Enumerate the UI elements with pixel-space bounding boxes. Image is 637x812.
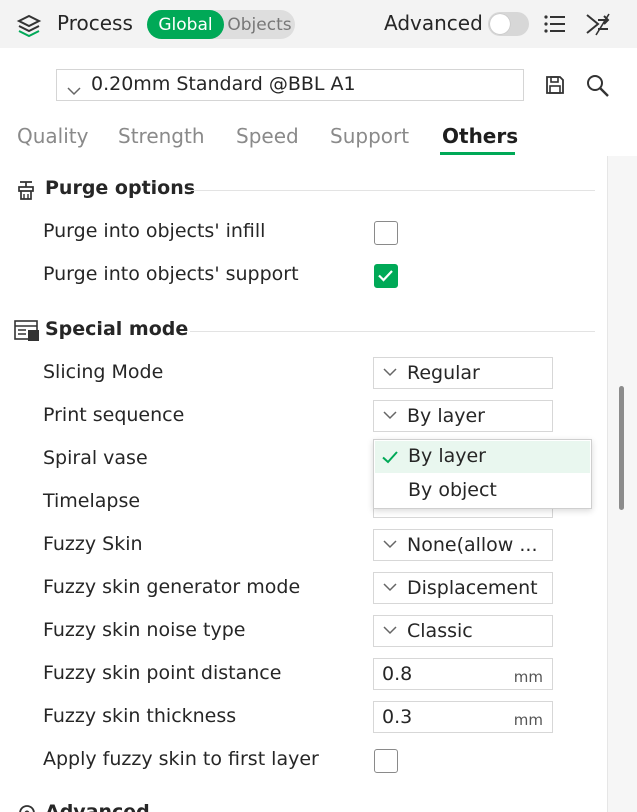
checkmark-icon — [378, 270, 393, 282]
chevron-down-icon — [383, 626, 397, 635]
process-icon — [16, 12, 42, 38]
preset-selector[interactable]: 0.20mm Standard @BBL A1 — [56, 69, 524, 101]
purge-infill-checkbox[interactable] — [374, 221, 398, 245]
fuzzy-noise-type-label: Fuzzy skin noise type — [43, 619, 246, 641]
advanced-label: Advanced — [384, 11, 483, 35]
active-tab-indicator — [440, 152, 515, 155]
fuzzy-generator-mode-select[interactable]: Displacement — [373, 572, 553, 604]
preset-name: 0.20mm Standard @BBL A1 — [91, 73, 356, 95]
print-sequence-label: Print sequence — [43, 404, 185, 426]
dropdown-option-by-object[interactable]: By object — [375, 475, 590, 507]
unit-label: mm — [513, 668, 543, 686]
scope-toggle[interactable]: Global Objects — [147, 10, 295, 39]
fuzzy-thickness-value: 0.3 — [382, 706, 413, 728]
unit-label: mm — [513, 711, 543, 729]
save-icon[interactable] — [544, 74, 566, 96]
fuzzy-point-distance-label: Fuzzy skin point distance — [43, 662, 282, 684]
timelapse-label: Timelapse — [43, 490, 141, 512]
dropdown-option-by-layer[interactable]: By layer — [375, 441, 590, 473]
purge-icon — [14, 178, 38, 206]
fuzzy-first-layer-checkbox[interactable] — [374, 749, 398, 773]
fuzzy-noise-type-value: Classic — [407, 620, 473, 642]
fuzzy-first-layer-label: Apply fuzzy skin to first layer — [43, 748, 319, 770]
fuzzy-point-distance-input[interactable]: 0.8 mm — [373, 658, 553, 690]
objects-toggle-button[interactable]: Objects — [224, 10, 295, 39]
fuzzy-skin-value: None(allow ... — [407, 534, 538, 556]
tab-quality[interactable]: Quality — [17, 124, 88, 148]
dropdown-option-label: By object — [408, 479, 497, 501]
chevron-down-icon — [383, 411, 397, 420]
checkmark-icon — [382, 451, 398, 464]
slicing-mode-value: Regular — [407, 362, 480, 384]
spiral-vase-label: Spiral vase — [43, 447, 148, 469]
fuzzy-skin-label: Fuzzy Skin — [43, 533, 143, 555]
section-divider — [190, 190, 595, 191]
advanced-switch[interactable] — [488, 12, 529, 36]
section-divider — [190, 331, 595, 332]
slicing-mode-select[interactable]: Regular — [373, 357, 553, 389]
chevron-down-icon — [67, 81, 81, 100]
chevron-down-icon — [383, 540, 397, 549]
fuzzy-generator-mode-value: Displacement — [407, 577, 538, 599]
global-toggle-button[interactable]: Global — [147, 10, 224, 39]
purge-infill-label: Purge into objects' infill — [43, 220, 266, 242]
fuzzy-point-distance-value: 0.8 — [382, 663, 413, 685]
slicing-mode-label: Slicing Mode — [43, 361, 164, 383]
scrollbar-thumb[interactable] — [619, 386, 624, 510]
tab-strength[interactable]: Strength — [118, 124, 205, 148]
compare-icon[interactable] — [584, 11, 612, 37]
purge-support-label: Purge into objects' support — [43, 263, 299, 285]
advanced-section-title: Advanced — [45, 801, 150, 812]
chevron-down-icon — [383, 583, 397, 592]
tab-others[interactable]: Others — [442, 124, 518, 148]
fuzzy-noise-type-select[interactable]: Classic — [373, 615, 553, 647]
search-icon[interactable] — [585, 73, 611, 99]
purge-section-title: Purge options — [45, 177, 196, 199]
print-sequence-dropdown: By layer By object — [373, 439, 592, 509]
print-sequence-select[interactable]: By layer — [373, 400, 553, 432]
tab-speed[interactable]: Speed — [236, 124, 299, 148]
special-mode-section-title: Special mode — [45, 318, 189, 340]
panel-title: Process — [57, 11, 133, 35]
dropdown-option-label: By layer — [408, 445, 486, 467]
print-sequence-value: By layer — [407, 405, 485, 427]
list-view-icon[interactable] — [543, 13, 567, 35]
switch-knob — [490, 14, 510, 34]
purge-support-checkbox[interactable] — [374, 264, 398, 288]
fuzzy-thickness-input[interactable]: 0.3 mm — [373, 701, 553, 733]
fuzzy-generator-mode-label: Fuzzy skin generator mode — [43, 576, 301, 598]
advanced-section-icon — [16, 802, 38, 812]
chevron-down-icon — [383, 368, 397, 377]
fuzzy-thickness-label: Fuzzy skin thickness — [43, 705, 237, 727]
tab-support[interactable]: Support — [330, 124, 409, 148]
special-mode-icon — [14, 319, 40, 347]
settings-tabs: Quality Strength Speed Support Others — [0, 118, 637, 158]
fuzzy-skin-select[interactable]: None(allow ... — [373, 529, 553, 561]
